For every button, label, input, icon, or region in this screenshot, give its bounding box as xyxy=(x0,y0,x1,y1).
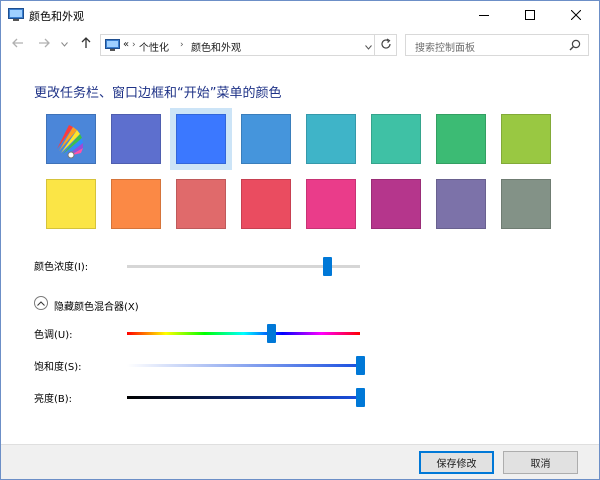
hue-label: 色调(U): xyxy=(34,330,73,341)
color-swatch[interactable] xyxy=(40,173,102,235)
swatch-fill xyxy=(46,179,96,229)
control-panel-icon xyxy=(105,39,120,51)
up-button[interactable] xyxy=(79,36,93,52)
mixer-toggle-label[interactable]: 隐藏颜色混合器(X) xyxy=(54,298,139,313)
maximize-icon xyxy=(525,10,535,20)
minimize-button[interactable] xyxy=(461,1,507,29)
saturation-label: 饱和度(S): xyxy=(34,362,82,373)
swatch-fill xyxy=(176,114,226,164)
intensity-label: 颜色浓度(I): xyxy=(34,262,89,273)
automatic-color-swatch[interactable] xyxy=(40,108,102,170)
back-button[interactable] xyxy=(11,37,25,51)
swatch-fill xyxy=(436,179,486,229)
breadcrumb-separator-icon: › xyxy=(180,40,184,50)
color-swatch[interactable] xyxy=(105,173,167,235)
color-palette-icon xyxy=(46,114,96,164)
color-swatch[interactable] xyxy=(300,108,362,170)
collapse-mixer-button[interactable] xyxy=(34,296,48,310)
arrow-left-icon xyxy=(12,38,24,51)
refresh-button[interactable] xyxy=(374,35,396,55)
intensity-slider-thumb[interactable] xyxy=(323,257,333,276)
hue-slider-thumb[interactable] xyxy=(267,324,277,343)
color-appearance-window: 颜色和外观 « › 个性化 › 颜色和外观 搜索控制面板 更改任务栏、窗口边框和… xyxy=(0,0,600,480)
brightness-slider-thumb[interactable] xyxy=(356,388,365,407)
search-icon[interactable] xyxy=(569,39,581,54)
color-swatch[interactable] xyxy=(235,173,297,235)
color-swatch[interactable] xyxy=(170,108,232,170)
brightness-slider-track[interactable] xyxy=(127,396,360,399)
color-swatch[interactable] xyxy=(430,173,492,235)
save-changes-button[interactable]: 保存修改 xyxy=(419,451,494,474)
recent-locations-button[interactable] xyxy=(59,37,69,51)
maximize-button[interactable] xyxy=(507,1,553,29)
window-title: 颜色和外观 xyxy=(29,10,84,23)
color-swatch[interactable] xyxy=(300,173,362,235)
dialog-footer: 保存修改 取消 xyxy=(1,444,599,479)
brightness-label: 亮度(B): xyxy=(34,394,73,405)
address-bar[interactable]: « › 个性化 › 颜色和外观 xyxy=(100,34,397,56)
saturation-slider-track[interactable] xyxy=(127,364,360,367)
swatch-fill xyxy=(111,114,161,164)
saturation-slider-thumb[interactable] xyxy=(356,356,365,375)
swatch-fill xyxy=(501,179,551,229)
breadcrumb-item-color-appearance[interactable]: 颜色和外观 xyxy=(191,39,241,54)
hue-slider-track[interactable] xyxy=(127,332,360,335)
cancel-button[interactable]: 取消 xyxy=(503,451,578,474)
color-swatch[interactable] xyxy=(105,108,167,170)
swatch-fill xyxy=(176,179,226,229)
refresh-icon xyxy=(380,37,392,53)
minimize-icon xyxy=(479,10,489,20)
color-swatch[interactable] xyxy=(365,108,427,170)
swatch-fill xyxy=(371,114,421,164)
breadcrumb-overflow[interactable]: « xyxy=(123,39,129,50)
color-swatch[interactable] xyxy=(235,108,297,170)
swatch-fill xyxy=(111,179,161,229)
swatch-fill xyxy=(241,179,291,229)
color-swatch[interactable] xyxy=(170,173,232,235)
search-field[interactable]: 搜索控制面板 xyxy=(405,34,589,56)
chevron-up-icon xyxy=(37,298,45,309)
breadcrumb-item-personalization[interactable]: 个性化 xyxy=(139,39,169,54)
color-swatch[interactable] xyxy=(495,108,557,170)
swatch-fill xyxy=(306,179,356,229)
color-swatch[interactable] xyxy=(495,173,557,235)
arrow-up-icon xyxy=(81,36,91,52)
close-button[interactable] xyxy=(553,1,599,29)
forward-button[interactable] xyxy=(37,37,51,51)
color-swatch[interactable] xyxy=(365,173,427,235)
page-heading: 更改任务栏、窗口边框和“开始”菜单的颜色 xyxy=(34,86,282,101)
swatch-fill xyxy=(306,114,356,164)
search-placeholder: 搜索控制面板 xyxy=(415,43,475,54)
swatch-fill xyxy=(241,114,291,164)
breadcrumb-separator-icon: › xyxy=(132,40,136,50)
color-swatch[interactable] xyxy=(430,108,492,170)
swatch-fill xyxy=(436,114,486,164)
close-icon xyxy=(571,10,581,20)
swatch-fill xyxy=(371,179,421,229)
swatch-fill xyxy=(501,114,551,164)
arrow-right-icon xyxy=(38,38,50,51)
title-bar[interactable]: 颜色和外观 xyxy=(1,1,599,29)
control-panel-icon xyxy=(8,8,24,21)
address-dropdown-icon[interactable] xyxy=(365,42,372,53)
navigation-bar: « › 个性化 › 颜色和外观 搜索控制面板 xyxy=(1,31,599,59)
chevron-down-icon xyxy=(60,39,68,50)
